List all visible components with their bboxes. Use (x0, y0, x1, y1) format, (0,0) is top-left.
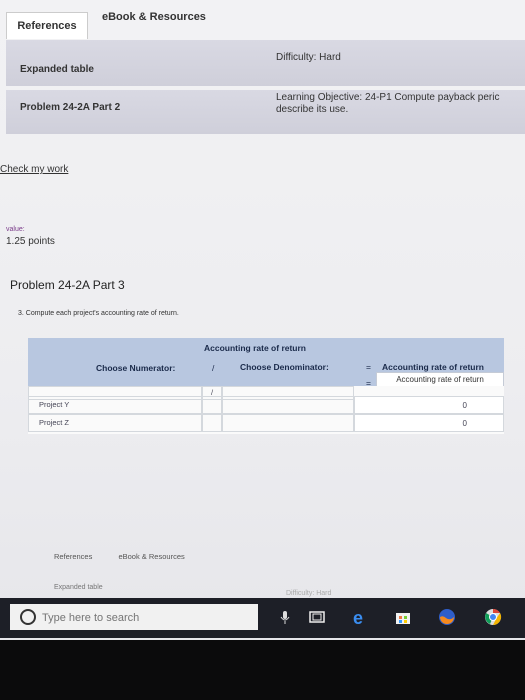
difficulty-label: Difficulty: Hard (276, 52, 341, 63)
bottom-difficulty: Difficulty: Hard (286, 590, 332, 597)
edge-browser-icon[interactable]: e (352, 608, 370, 626)
bottom-tab-ebook[interactable]: eBook & Resources (118, 552, 184, 561)
taskbar-search-input[interactable] (40, 608, 254, 628)
project-z-denominator-input[interactable] (222, 414, 354, 432)
windows-taskbar: e (0, 598, 525, 638)
bottom-tab-references[interactable]: References (54, 552, 92, 561)
instruction-text: 3. Compute each project's accounting rat… (18, 310, 179, 317)
problem-part-link[interactable]: Problem 24-2A Part 2 (20, 102, 120, 113)
project-z-slash-cell (202, 414, 222, 432)
bottom-tabs: References eBook & Resources (54, 552, 209, 561)
svg-text:e: e (353, 608, 363, 626)
learning-objective-line1: Learning Objective: 24-P1 Compute paybac… (276, 92, 500, 103)
row-label-project-y: Project Y (39, 400, 70, 409)
project-y-denominator-input[interactable] (222, 396, 354, 414)
learning-objective-line2: describe its use. (276, 104, 349, 115)
expanded-table-link[interactable]: Expanded table (20, 64, 94, 75)
project-z-numerator-input[interactable]: Project Z (28, 414, 202, 432)
task-view-icon[interactable] (308, 608, 326, 626)
row-label-project-z: Project Z (39, 418, 70, 427)
learning-objective: Learning Objective: 24-P1 Compute paybac… (276, 92, 499, 116)
denominator-header: Choose Denominator: (240, 362, 329, 372)
value-label: value: (6, 226, 25, 233)
chrome-icon[interactable] (484, 608, 502, 626)
microphone-icon[interactable] (276, 608, 294, 626)
taskbar-search-box[interactable] (10, 604, 258, 630)
browser-screen: References eBook & Resources Expanded ta… (0, 0, 525, 640)
cortana-icon[interactable] (20, 609, 36, 625)
result-header: Accounting rate of return (382, 362, 485, 372)
table-header: Accounting rate of return Choose Numerat… (28, 338, 504, 388)
project-y-slash-cell (202, 396, 222, 414)
problem-title: Problem 24-2A Part 3 (10, 278, 125, 292)
info-bar-expanded: Expanded table Difficulty: Hard (6, 40, 525, 86)
slash-symbol: / (212, 363, 215, 373)
numerator-header: Choose Numerator: (96, 363, 176, 373)
info-bar-problem: Problem 24-2A Part 2 Learning Objective:… (6, 90, 525, 134)
tab-ebook-resources[interactable]: eBook & Resources (92, 4, 216, 30)
project-z-result: 0 (354, 414, 504, 432)
table-body: / Project Y 0 Project Z 0 (28, 386, 504, 434)
resource-tabs: References eBook & Resources (6, 11, 525, 39)
check-my-work-link[interactable]: Check my work (0, 164, 68, 175)
store-icon[interactable] (394, 608, 412, 626)
table-title: Accounting rate of return (204, 343, 307, 353)
equals-symbol: = (366, 362, 371, 372)
firefox-icon[interactable] (438, 608, 456, 626)
bottom-expanded-table[interactable]: Expanded table (54, 584, 103, 591)
tab-references[interactable]: References (6, 12, 88, 39)
points-value: 1.25 points (6, 236, 55, 247)
project-y-result: 0 (354, 396, 504, 414)
project-y-numerator-input[interactable]: Project Y (28, 396, 202, 414)
